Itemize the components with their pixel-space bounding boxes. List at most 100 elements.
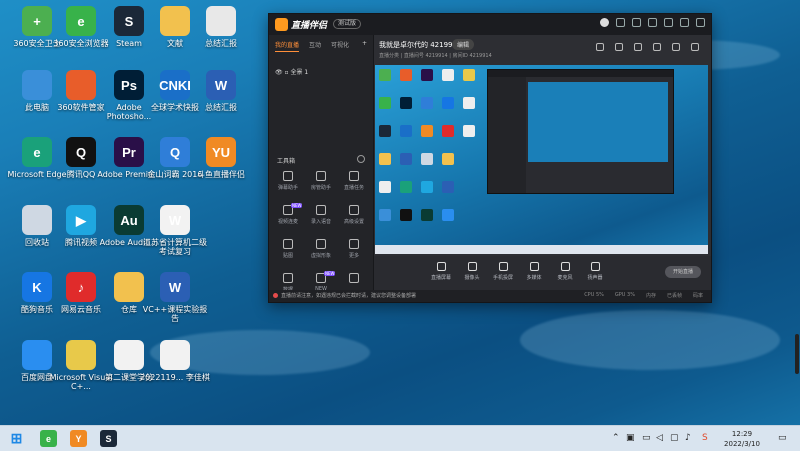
toolbox-item[interactable]: 贴图 (273, 239, 303, 259)
menu-icon[interactable] (648, 18, 657, 27)
toolbox-item[interactable]: NEW 视频连麦 (273, 203, 303, 225)
toolbox-item[interactable]: 房管助手 (306, 171, 336, 191)
edit-room-button[interactable]: 编辑 (452, 39, 475, 50)
lock-icon[interactable] (615, 43, 623, 51)
ime-icon[interactable]: S (702, 433, 708, 443)
status-metric: GPU 3% (614, 292, 635, 298)
clock-date: 2022/3/10 (724, 440, 760, 448)
main-area: 我就是卓尔代的 4219914 编辑 直播分类 | 直播间号 4219914 |… (374, 35, 711, 290)
nested-preview (528, 82, 668, 162)
wallpaper-wave (520, 310, 780, 370)
tab-visual[interactable]: 可视化 (331, 40, 349, 52)
maximize-icon[interactable] (680, 18, 689, 27)
nested-preview-window (487, 69, 674, 194)
preview-desktop-icon (421, 69, 433, 81)
skin-icon[interactable] (632, 18, 641, 27)
toolbox-item[interactable]: 更多 (339, 239, 369, 259)
display-icon[interactable]: ▢ (670, 433, 679, 443)
camera-icon[interactable] (634, 43, 642, 51)
source-button[interactable]: 手机投屏 (488, 262, 518, 281)
tab-interact[interactable]: 互动 (309, 40, 321, 52)
status-metric: 内存 (645, 293, 656, 299)
preview-desktop-icon (379, 125, 391, 137)
preview-desktop-icon (400, 153, 412, 165)
preview-desktop-icon (400, 209, 412, 221)
preview-desktop-icon (442, 181, 454, 193)
preview-desktop-icon (379, 209, 391, 221)
tool-icon (349, 273, 359, 283)
edge-icon[interactable]: e (40, 430, 57, 447)
share-icon[interactable] (691, 43, 699, 51)
scene-item[interactable]: 👁 ▫ 全景 1 (275, 67, 308, 76)
toolbox-item[interactable]: 高级设置 (339, 205, 369, 225)
app-icon (160, 340, 190, 370)
scroll-handle[interactable] (795, 334, 799, 374)
status-metric: 码率 (692, 293, 703, 299)
toolbox-item[interactable]: 虚拟形象 (306, 239, 336, 259)
preview-desktop-icon (421, 181, 433, 193)
tab-live[interactable]: 我的直播 (275, 40, 300, 52)
preview-desktop-icon (400, 69, 412, 81)
preview-desktop-icon (379, 153, 391, 165)
source-icon (560, 262, 570, 271)
tool-label: 房管助手 (310, 185, 331, 191)
app-icon: W (206, 70, 236, 100)
toolbox-item[interactable]: 直播任务 (339, 171, 369, 191)
chevron-up-icon[interactable]: ⌃ (612, 433, 620, 443)
title-bar[interactable]: 直播伴侣 测试版 (269, 14, 711, 35)
message-icon[interactable] (616, 18, 625, 27)
left-panel: 我的直播 互动 可视化 + 👁 ▫ 全景 1 工具箱 弹幕助手 房管助手 直播任务 N… (269, 35, 374, 293)
add-scene-button[interactable]: + (362, 40, 367, 52)
desktop-icon[interactable]: YU 斗鱼直播伴侣 (186, 137, 256, 201)
source-button[interactable]: 摄像头 (457, 262, 487, 281)
tool-icon (283, 273, 293, 283)
live-preview[interactable] (375, 65, 708, 254)
douyu-icon[interactable]: Y (70, 430, 87, 447)
preview-desktop-icon (442, 125, 454, 137)
desktop-icon[interactable]: W 江苏省计算机二级考试复习 (140, 205, 210, 269)
tool-label: 高级设置 (343, 219, 364, 225)
avatar[interactable] (600, 18, 609, 27)
close-icon[interactable] (696, 18, 705, 27)
toolbox-item[interactable] (339, 273, 369, 286)
source-label: 直播屏幕 (430, 275, 451, 281)
toolbox-settings-icon[interactable] (357, 155, 365, 163)
source-button[interactable]: 直播屏幕 (426, 262, 456, 281)
gift-icon[interactable] (596, 43, 604, 51)
desktop-icon[interactable]: W 总结汇报 (186, 70, 256, 134)
tool-label: 更多 (348, 253, 359, 259)
windows-icon[interactable]: ⊞ (8, 430, 25, 447)
network-icon[interactable]: ▭ (642, 433, 651, 443)
toolbox-item[interactable]: 录入语音 (306, 205, 336, 225)
app-icon: ▶ (66, 205, 96, 235)
tool-icon (349, 171, 359, 181)
desktop-icon[interactable]: 2022119... 李佳棋 (140, 340, 210, 404)
minimize-icon[interactable] (664, 18, 673, 27)
home-icon[interactable] (672, 43, 680, 51)
bell-icon[interactable] (653, 43, 661, 51)
steam-icon[interactable]: S (100, 430, 117, 447)
tray-app-icon[interactable]: ▣ (626, 433, 635, 443)
preview-desktop-icon (463, 125, 475, 137)
source-button[interactable]: 麦克风 (550, 262, 580, 281)
taskbar: ⊞ e Y S ⌃ ▣ ▭ ◁ ▢ ♪ S 12:29 2022/3/10 ▭ (0, 425, 800, 451)
notification-icon[interactable]: ▭ (778, 433, 787, 443)
speaker-icon[interactable]: ♪ (685, 433, 691, 443)
toolbox-header: 工具箱 (277, 158, 296, 165)
source-icon (590, 262, 600, 271)
source-button[interactable]: 扬声器 (580, 262, 610, 281)
desktop-icon[interactable]: W VC++课程实验报告 (140, 272, 210, 336)
beta-badge: 测试版 (333, 19, 362, 29)
toolbox-item[interactable]: 弹幕助手 (273, 171, 303, 191)
desktop-icon-label: VC++课程实验报告 (142, 305, 208, 323)
nested-title-bar (488, 70, 673, 77)
source-icon (529, 262, 539, 271)
volume-icon[interactable]: ◁ (656, 433, 663, 443)
status-metric: CPU 5% (584, 292, 604, 298)
preview-desktop-icon (421, 97, 433, 109)
clock[interactable]: 12:29 2022/3/10 (720, 429, 764, 449)
start-live-button[interactable]: 开始直播 (665, 266, 701, 278)
desktop-icon[interactable]: 总结汇报 (186, 6, 256, 70)
source-label: 手机投屏 (492, 275, 513, 281)
source-button[interactable]: 多媒体 (519, 262, 549, 281)
